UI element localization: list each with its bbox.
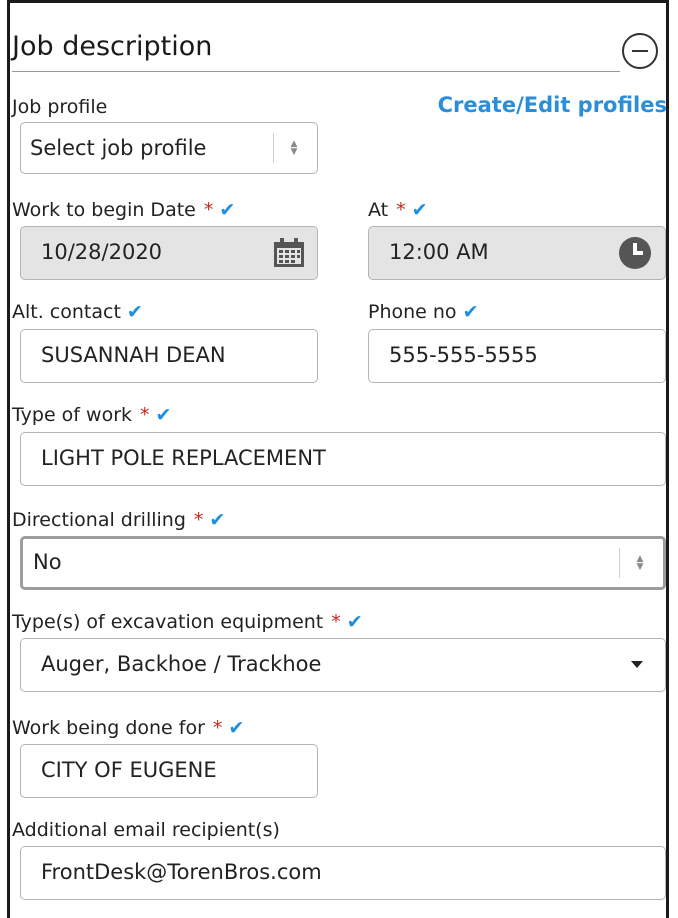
type-of-work-label: Type of work * ✔ (12, 403, 171, 427)
begin-time-label-text: At (368, 199, 389, 221)
collapse-button[interactable] (622, 33, 658, 69)
valid-check-icon: ✔ (209, 509, 226, 531)
select-separator (273, 133, 274, 163)
begin-time-value: 12:00 AM (389, 240, 489, 264)
valid-check-icon: ✔ (126, 301, 143, 323)
done-for-label: Work being done for * ✔ (12, 716, 244, 740)
required-asterisk: * (331, 611, 341, 633)
valid-check-icon: ✔ (462, 301, 479, 323)
begin-time-field[interactable]: 12:00 AM (368, 226, 666, 280)
done-for-label-text: Work being done for (12, 717, 205, 739)
type-of-work-label-text: Type of work (12, 404, 133, 426)
clock-icon[interactable] (619, 237, 651, 269)
phone-label: Phone no ✔ (368, 300, 478, 324)
caret-down-icon (631, 661, 643, 668)
begin-time-label: At * ✔ (368, 198, 428, 222)
valid-check-icon: ✔ (228, 717, 245, 739)
required-asterisk: * (203, 199, 214, 221)
required-asterisk: * (396, 199, 406, 221)
valid-check-icon: ✔ (219, 199, 236, 221)
calendar-icon[interactable] (273, 238, 305, 268)
title-divider (12, 71, 620, 72)
alt-contact-input[interactable]: SUSANNAH DEAN (20, 329, 318, 383)
directional-drilling-select[interactable]: No ▲ ▼ (20, 536, 666, 590)
select-separator (619, 548, 620, 578)
job-profile-select-value: Select job profile (30, 136, 207, 160)
email-recipients-label: Additional email recipient(s) (12, 819, 280, 841)
job-profile-select[interactable]: Select job profile ▲ ▼ (20, 122, 318, 174)
phone-label-text: Phone no (368, 301, 457, 323)
done-for-input[interactable]: CITY OF EUGENE (20, 744, 318, 798)
phone-input[interactable]: 555-555-5555 (368, 329, 666, 383)
directional-drilling-value: No (33, 550, 62, 574)
directional-drilling-label: Directional drilling * ✔ (12, 508, 225, 532)
section-title: Job description (12, 31, 213, 62)
required-asterisk: * (212, 717, 223, 739)
valid-check-icon: ✔ (346, 611, 363, 633)
create-edit-profiles-link[interactable]: Create/Edit profiles (438, 92, 667, 118)
alt-contact-label-text: Alt. contact (12, 301, 121, 323)
email-recipients-input[interactable]: FrontDesk@TorenBros.com (20, 846, 666, 900)
up-down-arrows-icon: ▲ ▼ (636, 554, 644, 572)
excavation-equipment-select[interactable]: Auger, Backhoe / Trackhoe (20, 638, 666, 692)
begin-date-value: 10/28/2020 (41, 240, 163, 264)
up-down-arrows-icon: ▲ ▼ (290, 139, 298, 157)
excavation-equipment-label: Type(s) of excavation equipment * ✔ (12, 610, 363, 634)
type-of-work-input[interactable]: LIGHT POLE REPLACEMENT (20, 432, 666, 486)
required-asterisk: * (193, 509, 204, 531)
begin-date-label-text: Work to begin Date (12, 199, 196, 221)
valid-check-icon: ✔ (411, 199, 428, 221)
job-profile-label: Job profile (12, 96, 108, 118)
excavation-equipment-label-text: Type(s) of excavation equipment (12, 611, 324, 633)
begin-date-label: Work to begin Date * ✔ (12, 198, 235, 222)
begin-date-field[interactable]: 10/28/2020 (20, 226, 318, 280)
excavation-equipment-value: Auger, Backhoe / Trackhoe (41, 652, 322, 676)
alt-contact-label: Alt. contact ✔ (12, 300, 143, 324)
valid-check-icon: ✔ (155, 404, 172, 426)
required-asterisk: * (140, 404, 150, 426)
directional-drilling-label-text: Directional drilling (12, 509, 186, 531)
